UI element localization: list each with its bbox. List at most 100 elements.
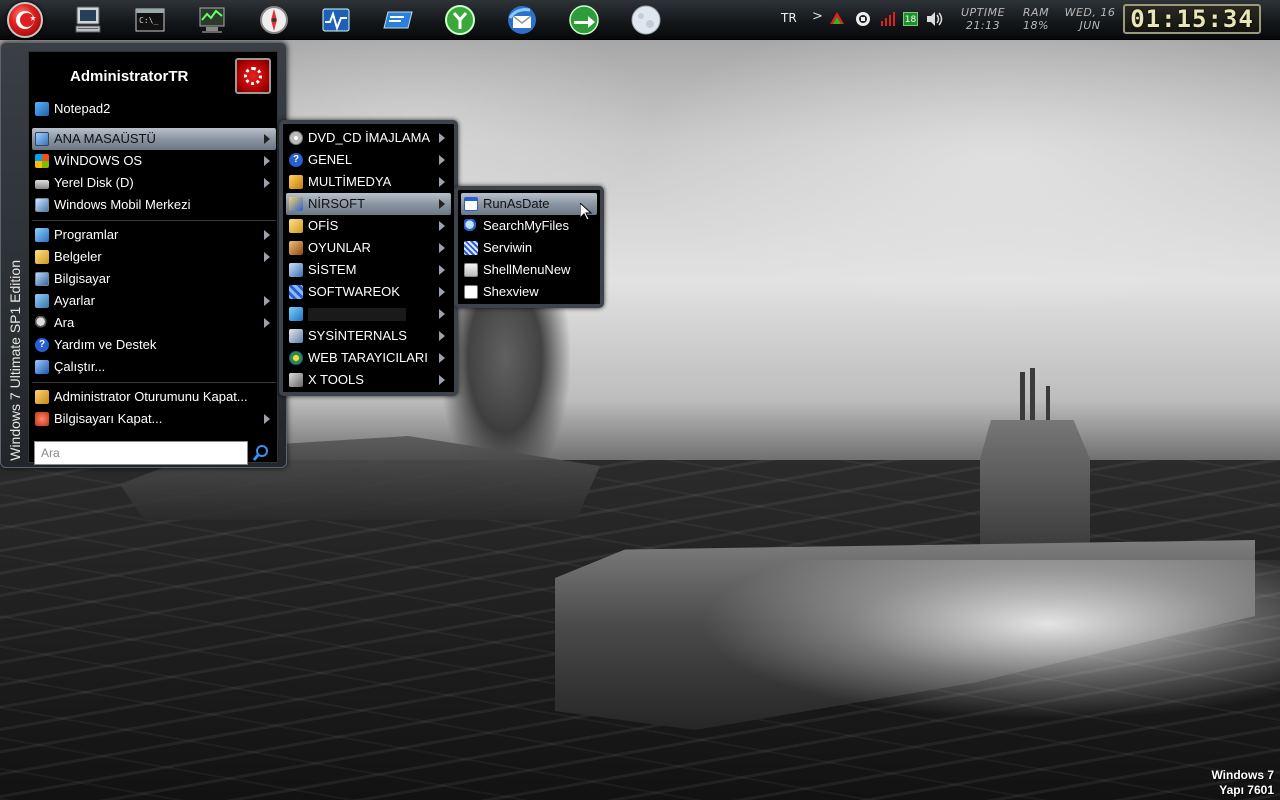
start-menu: Windows 7 Ultimate SP1 Edition Administr… xyxy=(0,42,287,468)
disc-icon xyxy=(289,131,303,145)
ram-value: 18% xyxy=(1023,19,1049,32)
submenu-item-shellmenunew[interactable]: ShellMenuNew xyxy=(461,259,597,281)
submenu-item-sistem[interactable]: SİSTEM xyxy=(286,259,451,281)
menu-item-ana-masaustu[interactable]: ANA MASAÜSTÜ xyxy=(32,128,276,150)
documents-icon xyxy=(35,250,49,264)
run-icon xyxy=(35,360,49,374)
submenu-item-serviwin[interactable]: Serviwin xyxy=(461,237,597,259)
wallpaper-submarine-tower xyxy=(980,420,1090,550)
sysinternals-icon xyxy=(289,329,303,343)
network-activity-icon[interactable] xyxy=(828,10,846,28)
submenu-item-searchmyfiles[interactable]: SearchMyFiles xyxy=(461,215,597,237)
menu-item-windows-os[interactable]: WİNDOWS OS xyxy=(32,150,276,172)
green-app-icon[interactable] xyxy=(444,4,476,36)
submenu-item-dvd-cd[interactable]: DVD_CD İMAJLAMA xyxy=(286,127,451,149)
menu-item-shutdown[interactable]: Bilgisayarı Kapat... xyxy=(32,408,276,430)
search-button[interactable] xyxy=(252,444,270,462)
settings-icon xyxy=(35,294,49,308)
chevron-right-icon xyxy=(439,353,445,363)
search-files-icon xyxy=(464,219,478,233)
svg-text:C:\_: C:\_ xyxy=(139,16,158,25)
search-icon xyxy=(35,316,49,330)
menu-item-label: Notepad2 xyxy=(54,101,111,116)
menu-item-label: Belgeler xyxy=(54,249,102,264)
submenu-item-oyunlar[interactable]: OYUNLAR xyxy=(286,237,451,259)
menu-item-label: Yardım ve Destek xyxy=(54,337,157,352)
chevron-right-icon xyxy=(264,156,270,166)
menu-item-logoff[interactable]: Administrator Oturumunu Kapat... xyxy=(32,386,276,408)
submenu-item-softwareok[interactable]: SOFTWAREOK xyxy=(286,281,451,303)
submenu-item-label: WEB TARAYICILARI xyxy=(308,350,428,365)
lock-circle-icon[interactable] xyxy=(855,11,871,27)
ram-label: RAM xyxy=(1022,6,1050,19)
mobility-center-icon xyxy=(35,198,49,212)
command-prompt-icon[interactable]: C:\_ xyxy=(134,4,166,36)
menu-item-belgeler[interactable]: Belgeler xyxy=(32,246,276,268)
menu-item-bilgisayar[interactable]: Bilgisayar xyxy=(32,268,276,290)
edition-label: Windows 7 Ultimate SP1 Edition xyxy=(7,260,23,461)
submenu-item-nirsoft[interactable]: NİRSOFT xyxy=(286,193,451,215)
chevron-right-icon xyxy=(264,230,270,240)
gear-icon xyxy=(244,67,262,85)
performance-monitor-icon[interactable] xyxy=(320,4,352,36)
start-menu-panel: AdministratorTR Notepad2 ANA MASAÜSTÜ Wİ… xyxy=(28,51,278,465)
submenu-item-x-tools[interactable]: X TOOLS xyxy=(286,369,451,391)
menu-item-label: ANA MASAÜSTÜ xyxy=(54,131,156,146)
shell-extension-icon xyxy=(464,285,478,299)
submenu-item-runasdate[interactable]: RunAsDate xyxy=(461,193,597,215)
computer-icon[interactable] xyxy=(72,4,104,36)
menu-item-programlar[interactable]: Programlar xyxy=(32,224,276,246)
signal-strength-icon[interactable] xyxy=(880,11,896,27)
browser-icon xyxy=(289,351,303,365)
menu-item-ara[interactable]: Ara xyxy=(32,312,276,334)
submenu-ana-masaustu: DVD_CD İMAJLAMA ? GENEL MULTİMEDYA NİRSO… xyxy=(279,120,458,396)
thunderbird-icon[interactable] xyxy=(506,4,538,36)
menu-item-label: Windows Mobil Merkezi xyxy=(54,197,191,212)
submenu-item-label: SYSİNTERNALS xyxy=(308,328,407,343)
submenu-item-genel[interactable]: ? GENEL xyxy=(286,149,451,171)
submenu-item-ofis[interactable]: OFİS xyxy=(286,215,451,237)
menu-item-label: Yerel Disk (D) xyxy=(54,175,134,190)
menu-item-calistir[interactable]: Çalıştır... xyxy=(32,356,276,378)
programs-icon xyxy=(35,228,49,242)
menu-item-mobil-merkezi[interactable]: Windows Mobil Merkezi xyxy=(32,194,276,216)
submenu-item-blank[interactable] xyxy=(286,303,451,325)
services-icon xyxy=(464,241,478,255)
menu-item-label: Ayarlar xyxy=(54,293,95,308)
softwareok-icon xyxy=(289,285,303,299)
submenu-item-label: X TOOLS xyxy=(308,372,364,387)
submenu-item-label: GENEL xyxy=(308,152,353,167)
submenu-item-web-tarayicilari[interactable]: WEB TARAYICILARI xyxy=(286,347,451,369)
language-indicator[interactable]: TR xyxy=(781,11,797,25)
desktop-icon xyxy=(35,132,49,146)
update-badge[interactable]: 18 xyxy=(903,12,918,26)
start-button[interactable] xyxy=(7,2,43,38)
folder-icon xyxy=(289,219,303,233)
user-avatar[interactable] xyxy=(235,58,271,94)
compass-icon[interactable] xyxy=(258,4,290,36)
menu-item-label: Programlar xyxy=(54,227,119,242)
menu-item-yerel-disk[interactable]: Yerel Disk (D) xyxy=(32,172,276,194)
globe-arrow-icon[interactable] xyxy=(568,4,600,36)
uptime-label: UPTIME xyxy=(960,6,1006,19)
submenu-item-shexview[interactable]: Shexview xyxy=(461,281,597,303)
edition-side-banner: Windows 7 Ultimate SP1 Edition xyxy=(4,51,26,461)
chevron-right-icon[interactable]: > xyxy=(812,9,823,24)
submenu-item-sysinternals[interactable]: SYSİNTERNALS xyxy=(286,325,451,347)
menu-item-notepad2[interactable]: Notepad2 xyxy=(32,98,276,120)
menu-item-yardim[interactable]: ? Yardım ve Destek xyxy=(32,334,276,356)
submenu-item-label: Serviwin xyxy=(483,240,533,255)
digital-clock[interactable]: 01:15:34 xyxy=(1123,4,1261,34)
speaker-icon[interactable] xyxy=(926,11,944,27)
chevron-right-icon xyxy=(439,375,445,385)
moon-icon[interactable] xyxy=(630,4,662,36)
system-monitor-icon[interactable] xyxy=(196,4,228,36)
submenu-item-multimedya[interactable]: MULTİMEDYA xyxy=(286,171,451,193)
blue-window-icon[interactable] xyxy=(382,4,414,36)
chevron-right-icon xyxy=(439,287,445,297)
submenu-item-label: SearchMyFiles xyxy=(483,218,569,233)
chevron-right-icon xyxy=(439,243,445,253)
menu-item-ayarlar[interactable]: Ayarlar xyxy=(32,290,276,312)
start-search-input[interactable]: Ara xyxy=(34,441,248,465)
notepad-icon xyxy=(35,102,49,116)
